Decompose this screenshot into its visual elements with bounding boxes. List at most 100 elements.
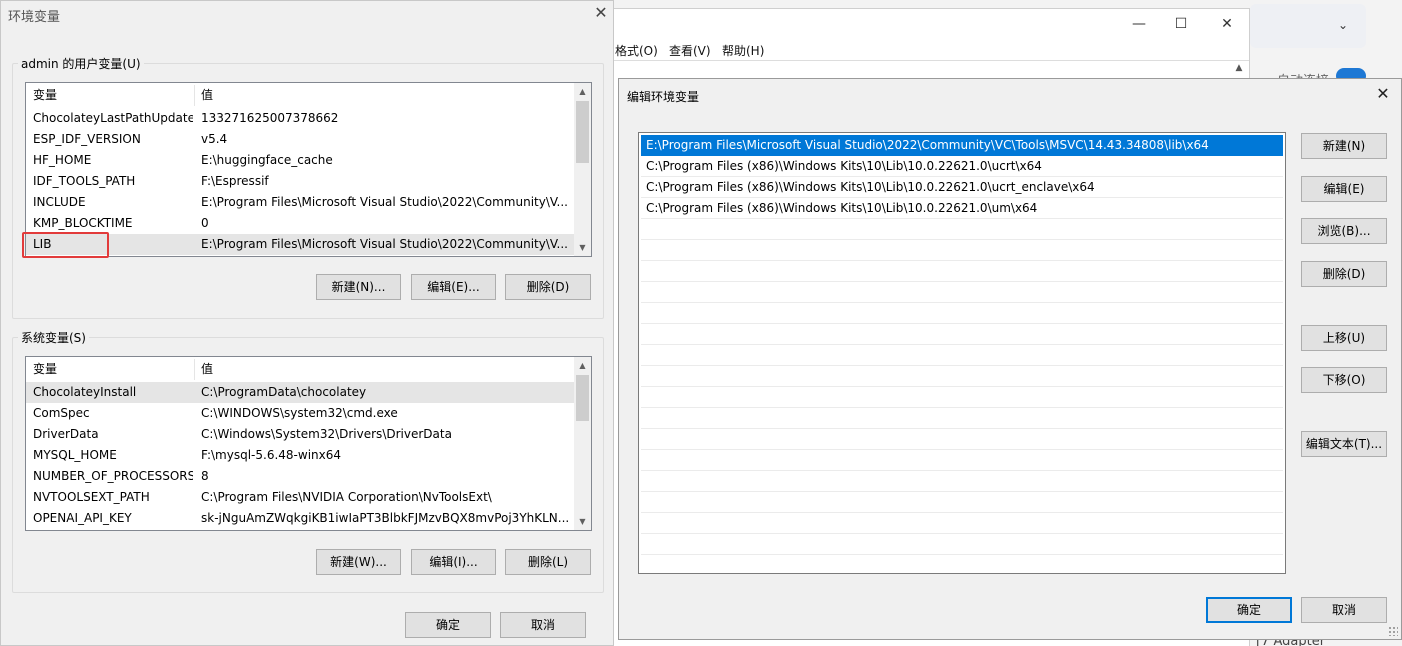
scroll-down-arrow-icon[interactable]: ▼	[574, 239, 591, 256]
empty-row[interactable]	[641, 450, 1283, 471]
system-edit-button[interactable]: 编辑(I)...	[411, 549, 496, 575]
cancel-button[interactable]: 取消	[500, 612, 586, 638]
empty-row[interactable]	[641, 345, 1283, 366]
scroll-down-arrow-icon[interactable]: ▼	[574, 513, 591, 530]
maximize-icon[interactable]: ☐	[1171, 14, 1191, 34]
table-row[interactable]: OPENAI_API_KEY sk-jNguAmZWqkgiKB1iwIaPT3…	[26, 508, 574, 529]
table-row[interactable]: NVTOOLSEXT_PATH C:\Program Files\NVIDIA …	[26, 487, 574, 508]
empty-row[interactable]	[641, 534, 1283, 555]
edit-dialog-title: 编辑环境变量	[627, 90, 700, 104]
empty-row[interactable]	[641, 387, 1283, 408]
menu-help[interactable]: 帮助(H)	[722, 42, 764, 59]
empty-row[interactable]	[641, 492, 1283, 513]
user-variables-list[interactable]: 变量 值 ChocolateyLastPathUpdate 1332716250…	[25, 82, 592, 257]
variable-name: NVTOOLSEXT_PATH	[33, 490, 150, 504]
empty-row[interactable]	[641, 282, 1283, 303]
menu-format[interactable]: 格式(O)	[615, 42, 658, 59]
table-row[interactable]: NUMBER_OF_PROCESSORS 8	[26, 466, 574, 487]
system-new-button[interactable]: 新建(W)...	[316, 549, 401, 575]
empty-row[interactable]	[641, 303, 1283, 324]
empty-row[interactable]	[641, 324, 1283, 345]
table-row[interactable]: ChocolateyLastPathUpdate 133271625007378…	[26, 108, 574, 129]
variable-name: INCLUDE	[33, 195, 86, 209]
close-icon[interactable]: ✕	[1373, 84, 1393, 103]
variable-name: DriverData	[33, 427, 99, 441]
path-item[interactable]: C:\Program Files (x86)\Windows Kits\10\L…	[641, 177, 1283, 198]
table-row[interactable]: HF_HOME E:\huggingface_cache	[26, 150, 574, 171]
table-row[interactable]: ComSpec C:\WINDOWS\system32\cmd.exe	[26, 403, 574, 424]
column-header-variable[interactable]: 变量	[26, 83, 57, 108]
scroll-up-arrow-icon[interactable]: ▲	[1233, 63, 1245, 77]
close-icon[interactable]: ✕	[591, 3, 611, 22]
table-row-selected[interactable]: ChocolateyInstall C:\ProgramData\chocola…	[26, 382, 574, 403]
table-row[interactable]: ESP_IDF_VERSION v5.4	[26, 129, 574, 150]
column-header-variable[interactable]: 变量	[26, 357, 57, 382]
move-up-button[interactable]: 上移(U)	[1301, 325, 1387, 351]
move-down-button[interactable]: 下移(O)	[1301, 367, 1387, 393]
column-header-value[interactable]: 值	[194, 357, 213, 382]
table-row[interactable]: MYSQL_HOME F:\mysql-5.6.48-winx64	[26, 445, 574, 466]
edit-environment-variable-dialog: 编辑环境变量 ✕ E:\Program Files\Microsoft Visu…	[618, 78, 1402, 640]
menu-view[interactable]: 查看(V)	[669, 42, 711, 59]
variable-value: E:\huggingface_cache	[201, 153, 333, 167]
scroll-up-arrow-icon[interactable]: ▲	[574, 83, 591, 100]
variable-value: E:\Program Files\Microsoft Visual Studio…	[201, 237, 568, 251]
variable-name: ChocolateyLastPathUpdate	[33, 111, 193, 125]
annotation-highlight-box	[22, 232, 109, 258]
variable-value: E:\Program Files\Microsoft Visual Studio…	[201, 195, 568, 209]
empty-row[interactable]	[641, 219, 1283, 240]
user-new-button[interactable]: 新建(N)...	[316, 274, 401, 300]
variable-value: sk-jNguAmZWqkgiKB1iwIaPT3BlbkFJMzvBQX8mv…	[201, 511, 570, 525]
system-delete-button[interactable]: 删除(L)	[505, 549, 591, 575]
path-item[interactable]: C:\Program Files (x86)\Windows Kits\10\L…	[641, 198, 1283, 219]
user-delete-button[interactable]: 删除(D)	[505, 274, 591, 300]
path-list[interactable]: E:\Program Files\Microsoft Visual Studio…	[638, 132, 1286, 574]
table-row[interactable]: DriverData C:\Windows\System32\Drivers\D…	[26, 424, 574, 445]
env-dialog-title-bar: 环境变量 ✕	[1, 1, 613, 31]
empty-row[interactable]	[641, 261, 1283, 282]
table-row[interactable]: KMP_BLOCKTIME 0	[26, 213, 574, 234]
path-new-button[interactable]: 新建(N)	[1301, 133, 1387, 159]
background-dropdown-card[interactable]: ⌄	[1250, 4, 1366, 48]
empty-row[interactable]	[641, 429, 1283, 450]
ok-button[interactable]: 确定	[405, 612, 491, 638]
variable-value: 8	[201, 469, 209, 483]
table-row[interactable]: IDF_TOOLS_PATH F:\Espressif	[26, 171, 574, 192]
list-header: 变量 值	[26, 83, 574, 108]
close-icon[interactable]: ✕	[1217, 14, 1237, 34]
variable-name: ESP_IDF_VERSION	[33, 132, 141, 146]
background-title-bar: — ☐ ✕	[601, 9, 1249, 39]
path-item[interactable]: C:\Program Files (x86)\Windows Kits\10\L…	[641, 156, 1283, 177]
table-row[interactable]: INCLUDE E:\Program Files\Microsoft Visua…	[26, 192, 574, 213]
chevron-down-icon: ⌄	[1337, 18, 1348, 32]
system-variables-list[interactable]: 变量 值 ChocolateyInstall C:\ProgramData\ch…	[25, 356, 592, 531]
vertical-scrollbar[interactable]: ▲ ▼	[574, 83, 591, 256]
edit-text-button[interactable]: 编辑文本(T)...	[1301, 431, 1387, 457]
background-menu-bar: 格式(O) 查看(V) 帮助(H)	[601, 39, 1249, 61]
variable-value: C:\WINDOWS\system32\cmd.exe	[201, 406, 398, 420]
path-browse-button[interactable]: 浏览(B)...	[1301, 218, 1387, 244]
empty-row[interactable]	[641, 513, 1283, 534]
empty-row[interactable]	[641, 408, 1283, 429]
scrollbar-thumb[interactable]	[576, 101, 589, 163]
path-delete-button[interactable]: 删除(D)	[1301, 261, 1387, 287]
ok-button[interactable]: 确定	[1206, 597, 1292, 623]
user-edit-button[interactable]: 编辑(E)...	[411, 274, 496, 300]
scrollbar-thumb[interactable]	[576, 375, 589, 421]
path-item-selected[interactable]: E:\Program Files\Microsoft Visual Studio…	[641, 135, 1283, 156]
path-edit-button[interactable]: 编辑(E)	[1301, 176, 1387, 202]
scroll-up-arrow-icon[interactable]: ▲	[574, 357, 591, 374]
column-header-value[interactable]: 值	[194, 83, 213, 108]
variable-value: F:\mysql-5.6.48-winx64	[201, 448, 342, 462]
empty-row[interactable]	[641, 471, 1283, 492]
minimize-icon[interactable]: —	[1129, 14, 1149, 34]
variable-name: ChocolateyInstall	[33, 385, 137, 399]
empty-row[interactable]	[641, 240, 1283, 261]
system-variables-label: 系统变量(S)	[18, 329, 89, 346]
empty-row[interactable]	[641, 366, 1283, 387]
cancel-button[interactable]: 取消	[1301, 597, 1387, 623]
variable-value: C:\Windows\System32\Drivers\DriverData	[201, 427, 452, 441]
resize-grip-icon[interactable]	[1388, 626, 1398, 636]
variable-name: NUMBER_OF_PROCESSORS	[33, 469, 193, 483]
vertical-scrollbar[interactable]: ▲ ▼	[574, 357, 591, 530]
